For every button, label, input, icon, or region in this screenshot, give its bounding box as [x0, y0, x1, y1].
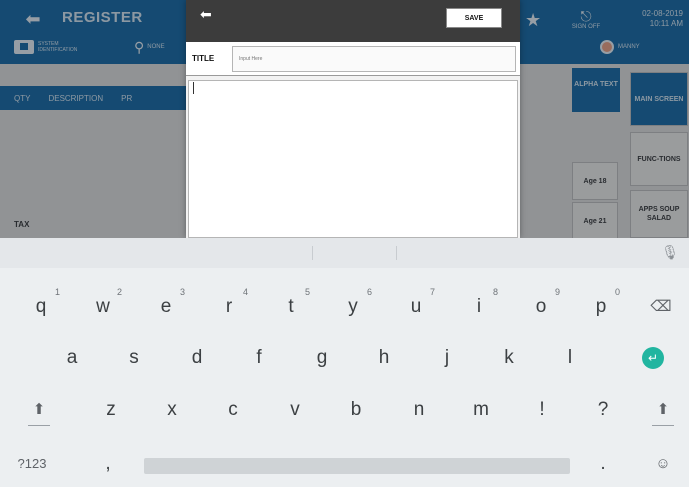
- key-label: q: [35, 296, 47, 317]
- key-hint: 8: [492, 287, 498, 297]
- key-label: p: [595, 296, 607, 317]
- key-e[interactable]: e3: [141, 285, 191, 329]
- key-x[interactable]: x: [147, 388, 197, 432]
- enter-icon: ↵: [642, 347, 664, 370]
- key-label: y: [348, 296, 358, 317]
- key-hint: 7: [429, 287, 435, 297]
- key-u[interactable]: u7: [391, 285, 441, 329]
- key-d[interactable]: d: [172, 336, 222, 380]
- emoji-icon: ☺: [655, 455, 671, 472]
- key-z[interactable]: z: [86, 388, 136, 432]
- key-hint: 3: [179, 287, 185, 297]
- shift-underline: [652, 425, 674, 426]
- key-label: r: [225, 296, 233, 317]
- title-label: TITLE: [192, 54, 215, 63]
- key-s[interactable]: s: [109, 336, 159, 380]
- key-t[interactable]: t5: [266, 285, 316, 329]
- space-bar[interactable]: [144, 458, 570, 474]
- key-hint: 9: [554, 287, 560, 297]
- alpha-text-input[interactable]: [188, 80, 518, 238]
- soft-keyboard: 🎙 q1 w2 e3 r4 t5 y6 u7 i8 o9 p0 ⌫ a s d …: [0, 238, 689, 487]
- key-y[interactable]: y6: [328, 285, 378, 329]
- backspace-key[interactable]: ⌫: [636, 285, 686, 329]
- key-hint: 1: [54, 287, 60, 297]
- shift-icon: ⬆: [656, 401, 670, 418]
- emoji-key[interactable]: ☺: [640, 442, 686, 486]
- key-w[interactable]: w2: [78, 285, 128, 329]
- key-c[interactable]: c: [208, 388, 258, 432]
- alpha-text-dialog: ⬅ SAVE TITLE: [186, 0, 520, 238]
- key-label: o: [535, 296, 547, 317]
- key-a[interactable]: a: [47, 336, 97, 380]
- key-k[interactable]: k: [484, 336, 534, 380]
- key-h[interactable]: h: [359, 336, 409, 380]
- period-key[interactable]: .: [578, 442, 628, 486]
- key-label: t: [288, 296, 294, 317]
- key-label: w: [96, 296, 110, 317]
- microphone-icon[interactable]: 🎙: [661, 244, 679, 261]
- key-v[interactable]: v: [270, 388, 320, 432]
- key-p[interactable]: p0: [576, 285, 626, 329]
- key-r[interactable]: r4: [204, 285, 254, 329]
- suggestion-bar: 🎙: [0, 238, 689, 268]
- title-row: TITLE: [186, 42, 520, 76]
- key-question[interactable]: ?: [578, 388, 628, 432]
- key-n[interactable]: n: [394, 388, 444, 432]
- key-i[interactable]: i8: [454, 285, 504, 329]
- dialog-toolbar: ⬅ SAVE: [186, 0, 520, 42]
- shift-key-left[interactable]: ⬆: [16, 388, 62, 432]
- save-button[interactable]: SAVE: [446, 8, 502, 28]
- title-input[interactable]: [232, 46, 516, 72]
- symbols-key[interactable]: ?123: [4, 442, 60, 486]
- key-q[interactable]: q1: [16, 285, 66, 329]
- dialog-back-icon[interactable]: ⬅: [200, 6, 212, 23]
- key-m[interactable]: m: [456, 388, 506, 432]
- key-hint: 6: [366, 287, 372, 297]
- key-hint: 4: [242, 287, 248, 297]
- key-exclamation[interactable]: !: [517, 388, 567, 432]
- key-hint: 2: [116, 287, 122, 297]
- key-label: i: [476, 296, 482, 317]
- enter-key[interactable]: ↵: [628, 336, 678, 380]
- key-j[interactable]: j: [422, 336, 472, 380]
- key-b[interactable]: b: [331, 388, 381, 432]
- suggestion-divider: [312, 246, 313, 260]
- key-f[interactable]: f: [234, 336, 284, 380]
- comma-key[interactable]: ,: [86, 442, 130, 486]
- key-l[interactable]: l: [545, 336, 595, 380]
- key-g[interactable]: g: [297, 336, 347, 380]
- backspace-icon: ⌫: [650, 298, 672, 315]
- key-o[interactable]: o9: [516, 285, 566, 329]
- key-hint: 5: [304, 287, 310, 297]
- shift-icon: ⬆: [32, 401, 46, 418]
- text-caret: [193, 82, 194, 94]
- key-hint: 0: [614, 287, 620, 297]
- shift-underline: [28, 425, 50, 426]
- key-label: u: [410, 296, 422, 317]
- key-label: e: [160, 296, 172, 317]
- suggestion-divider: [396, 246, 397, 260]
- shift-key-right[interactable]: ⬆: [640, 388, 686, 432]
